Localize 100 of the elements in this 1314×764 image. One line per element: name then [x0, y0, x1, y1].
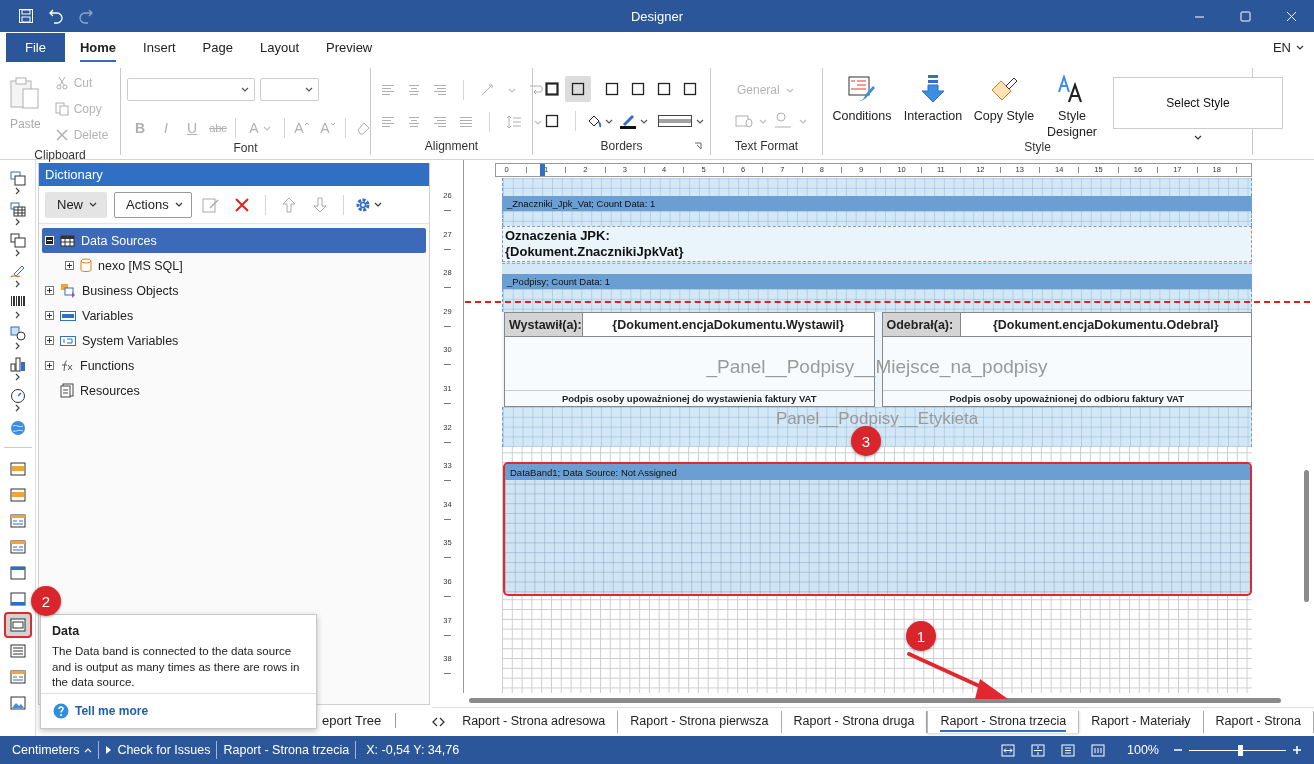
ribbon-tab[interactable]: Page: [202, 33, 233, 62]
expand-icon[interactable]: [45, 336, 54, 345]
undo-icon[interactable]: [48, 8, 64, 24]
tree-item[interactable]: Functions: [42, 353, 426, 378]
view-mode-icon[interactable]: [1031, 743, 1045, 757]
band-icon: [9, 670, 26, 684]
group-title: Font: [233, 141, 258, 157]
band-icon: [9, 514, 26, 528]
chevron-down-icon: [759, 118, 767, 124]
redo-icon[interactable]: [78, 8, 94, 24]
scrollbar[interactable]: [469, 697, 1281, 703]
band-icon: [9, 462, 26, 476]
tree-item[interactable]: nexo [MS SQL]: [62, 253, 426, 278]
ribbon-tab[interactable]: Home: [79, 33, 117, 62]
expand-icon[interactable]: [45, 311, 54, 320]
font-size-field[interactable]: [260, 78, 319, 101]
caret-down-icon: [329, 122, 336, 126]
interaction-button[interactable]: Interaction: [897, 70, 969, 124]
panel-title: Dictionary: [39, 163, 429, 186]
report-sheet-tab[interactable]: Raport - Materiały: [1079, 711, 1204, 733]
dialog-launcher-icon[interactable]: [694, 142, 702, 150]
expand-icon[interactable]: [65, 261, 74, 270]
play-icon: [105, 745, 113, 755]
border-style-button[interactable]: [658, 115, 704, 127]
conditions-button[interactable]: Conditions: [829, 70, 895, 124]
check-issues-button[interactable]: Check for Issues: [99, 740, 217, 760]
save-icon[interactable]: [18, 8, 34, 24]
tree-item[interactable]: Variables: [42, 303, 426, 328]
border-color-button[interactable]: [619, 113, 648, 129]
view-mode-icon[interactable]: [1061, 743, 1075, 757]
view-mode-icon[interactable]: [1001, 743, 1015, 757]
ribbon-tab[interactable]: Insert: [143, 33, 176, 62]
chevron-down-icon: [640, 118, 648, 124]
component-name: Panel__Podpisy__Etykieta: [775, 409, 979, 429]
group-title: Style: [1024, 140, 1051, 156]
ribbon-tab[interactable]: Preview: [326, 33, 373, 62]
band-icon: [9, 566, 26, 580]
signature-caption: Podpis osoby upoważnionej do wystawienia faktury VAT: [505, 390, 874, 406]
band-icon: [9, 488, 26, 502]
field-label: Wystawił(a):: [505, 313, 583, 336]
chevron-right-icon: [15, 187, 20, 195]
tell-me-more-link[interactable]: Tell me more: [41, 694, 316, 728]
report-sheet-tab[interactable]: Raport - Strona trzecia: [927, 711, 1080, 733]
help-icon: [53, 703, 69, 719]
style-designer-button[interactable]: Style Designer: [1039, 70, 1105, 140]
rotate-text-icon: [480, 83, 496, 97]
business-objects-icon: [60, 283, 76, 298]
chevron-down-icon: [785, 87, 794, 93]
chevron-right-icon: [15, 373, 20, 381]
scrollbar[interactable]: [1304, 470, 1309, 602]
band-header[interactable]: _Podpisy; Count Data: 1: [502, 274, 1252, 289]
zoom-in-icon[interactable]: [1292, 745, 1302, 755]
report-sheet-tab[interactable]: Raport - Strona pierwsza: [618, 711, 782, 733]
expand-icon[interactable]: [45, 361, 54, 370]
report-sheet-tab[interactable]: Raport - Strona adresowa: [450, 711, 619, 733]
database-icon: [80, 258, 92, 273]
data-band[interactable]: DataBand1; Data Source: Not Assigned: [503, 462, 1252, 596]
fill-color-button[interactable]: [586, 113, 613, 129]
field-expression: {Dokument.encjaDokumentu.Odebral}: [991, 316, 1220, 334]
line-spacing-icon: [506, 115, 522, 129]
group-title: Clipboard: [34, 148, 86, 164]
field-expression: {Dokument.encjaDokumentu.Wystawil}: [611, 316, 846, 334]
tree-item[interactable]: Data Sources: [42, 228, 426, 253]
tree-item[interactable]: Resources: [42, 378, 426, 403]
cursor-position: X: -0,54 Y: 34,76: [365, 743, 461, 757]
select-style-box[interactable]: Select Style: [1113, 77, 1283, 129]
band-icon: [9, 540, 26, 554]
text-component[interactable]: Oznaczenia JPK: {Dokument.ZnacznikiJpkVat}: [502, 226, 1252, 262]
ribbon-tab[interactable]: Layout: [259, 33, 299, 62]
chevron-down-icon: [696, 118, 704, 124]
tree-item[interactable]: Business Objects: [42, 278, 426, 303]
bar-chart-icon: [9, 357, 26, 372]
language-selector[interactable]: EN: [1268, 32, 1308, 62]
new-button[interactable]: New: [45, 191, 107, 218]
copy-style-button[interactable]: Copy Style: [971, 70, 1037, 124]
chevron-down-icon: [89, 202, 97, 207]
band-header[interactable]: _Znaczniki_Jpk_Vat; Count Data: 1: [502, 196, 1252, 211]
line-style-icon: [658, 115, 692, 127]
group-title: Text Format: [734, 139, 799, 155]
file-button[interactable]: File: [6, 33, 65, 62]
chevron-down-icon: [174, 202, 183, 207]
number-format-icon: [773, 112, 793, 130]
view-mode-icon[interactable]: [1091, 743, 1105, 757]
tree-item[interactable]: System Variables: [42, 328, 426, 353]
actions-button[interactable]: Actions: [114, 191, 192, 218]
clipboard-icon: [10, 76, 41, 110]
units-button[interactable]: Centimeters: [6, 740, 99, 760]
report-sheet-tab[interactable]: Raport - Strona: [1203, 711, 1314, 733]
panel-tab[interactable]: eport Tree: [322, 713, 397, 728]
expand-icon[interactable]: [45, 286, 54, 295]
border-square-icon: [657, 82, 671, 96]
border-button[interactable]: [565, 76, 591, 102]
image-icon: [9, 696, 26, 710]
field-label: Odebrał(a):: [882, 313, 961, 336]
chevron-down-icon: [799, 118, 807, 124]
settings-icon[interactable]: [354, 196, 382, 213]
collapse-icon[interactable]: [45, 236, 54, 245]
font-name-field[interactable]: [127, 78, 255, 101]
border-square-icon: [605, 82, 619, 96]
slider-thumb[interactable]: [1237, 744, 1243, 756]
